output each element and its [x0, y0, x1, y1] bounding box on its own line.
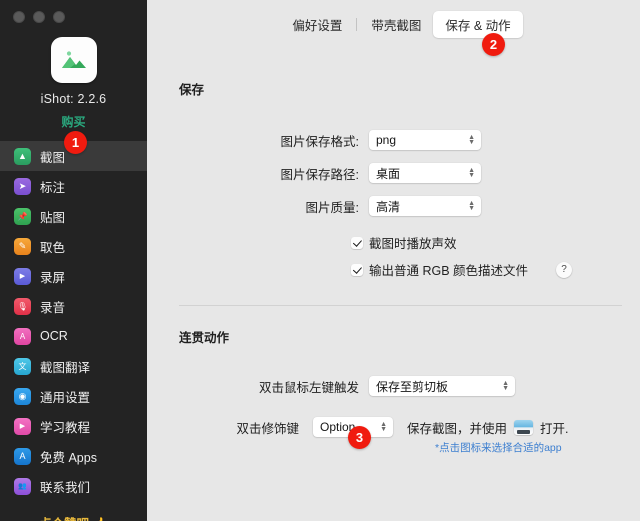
sidebar-item-translate[interactable]: 文 截图翻译 [0, 351, 147, 381]
image-path-select[interactable]: 桌面 ▲ ▼ [369, 163, 481, 183]
image-format-select[interactable]: png ▲ ▼ [369, 130, 481, 150]
image-format-label: 图片保存格式: [280, 134, 359, 149]
settings-icon: ◉ [14, 387, 31, 405]
sidebar-item-label: 通用设置 [40, 390, 91, 405]
translate-icon: 文 [14, 357, 31, 375]
sidebar-item-label: 免费 Apps [40, 450, 97, 465]
double-click-row: 双击鼠标左键触发 保存至剪切板 ▲ ▼ [179, 376, 515, 396]
sidebar-item-label: 录音 [40, 300, 66, 315]
image-path-label: 图片保存路径: [280, 167, 359, 182]
play-sound-checkbox-row[interactable]: 截图时播放声效 [351, 233, 457, 252]
double-click-label: 双击鼠标左键触发 [258, 380, 359, 395]
sidebar-item-label: OCR [40, 329, 68, 343]
image-path-value: 桌面 [376, 166, 401, 181]
close-button[interactable] [13, 11, 25, 23]
action-section-title: 连贯动作 [179, 331, 230, 345]
window-controls [0, 0, 147, 23]
play-sound-label: 截图时播放声效 [369, 237, 457, 251]
sidebar-nav: ▲ 截图 ➤ 标注 📌 贴图 ✎ 取色 ▶ 录屏 🎙 录音 A OCR 文 截图… [0, 141, 147, 501]
screen-record-icon: ▶ [14, 267, 31, 285]
sidebar-item-ocr[interactable]: A OCR [0, 321, 147, 351]
step-badge-3: 3 [348, 426, 371, 449]
sidebar-item-tutorial[interactable]: ▶ 学习教程 [0, 411, 147, 441]
chevron-updown-icon: ▲ ▼ [380, 421, 387, 433]
image-quality-select[interactable]: 高清 ▲ ▼ [369, 196, 481, 216]
tutorial-icon: ▶ [14, 417, 31, 435]
play-sound-checkbox[interactable] [351, 236, 363, 249]
sidebar-item-label: 贴图 [40, 210, 66, 225]
modifier-key-label: 双击修饰键 [236, 421, 299, 436]
rgb-profile-checkbox-row[interactable]: 输出普通 RGB 颜色描述文件 ? [351, 260, 573, 279]
chevron-updown-icon: ▲ ▼ [502, 380, 509, 392]
chevron-updown-icon: ▲ ▼ [468, 134, 475, 146]
tab-preferences[interactable]: 偏好设置 [280, 11, 354, 38]
save-section-title: 保存 [179, 83, 205, 97]
modifier-action-text-after: 打开. [540, 421, 569, 436]
double-click-action-value: 保存至剪切板 [376, 379, 449, 394]
sidebar-item-color-picker[interactable]: ✎ 取色 [0, 231, 147, 261]
tab-separator [356, 17, 358, 31]
image-quality-row: 图片质量: 高清 ▲ ▼ [179, 196, 509, 216]
help-icon[interactable]: ? [556, 261, 573, 278]
sidebar-item-label: 截图翻译 [40, 360, 91, 375]
choose-app-hint: *点击图标来选择合适的app [435, 442, 562, 454]
app-logo-icon [50, 37, 97, 83]
pin-image-icon: 📌 [14, 207, 31, 225]
sidebar-item-label: 标注 [40, 180, 66, 195]
buy-link[interactable]: 购买 [61, 113, 85, 130]
tab-save-and-actions[interactable]: 保存 & 动作 [433, 10, 523, 38]
modifier-key-row: 双击修饰键 Option ▲ ▼ 保存截图，并使用 打开. [179, 417, 569, 437]
image-quality-value: 高清 [376, 199, 401, 214]
contact-icon: 👥 [14, 477, 31, 495]
sidebar: iShot: 2.2.6 购买 ▲ 截图 ➤ 标注 📌 贴图 ✎ 取色 ▶ 录屏… [0, 0, 147, 521]
sidebar-item-label: 取色 [40, 240, 66, 255]
rgb-profile-checkbox[interactable] [351, 263, 363, 276]
sidebar-item-free-apps[interactable]: A 免费 Apps [0, 441, 147, 471]
chevron-updown-icon: ▲ ▼ [468, 167, 475, 179]
sidebar-item-label: 联系我们 [40, 480, 91, 495]
color-picker-icon: ✎ [14, 237, 31, 255]
modifier-action-text-before: 保存截图，并使用 [407, 421, 508, 436]
sidebar-item-pin-image[interactable]: 📌 贴图 [0, 201, 147, 231]
zoom-button[interactable] [53, 11, 65, 23]
sidebar-item-settings[interactable]: ◉ 通用设置 [0, 381, 147, 411]
ocr-icon: A [14, 327, 31, 345]
app-version-label: iShot: 2.2.6 [40, 92, 107, 106]
tab-bar: 偏好设置 带壳截图 保存 & 动作 [147, 0, 640, 48]
app-window: iShot: 2.2.6 购买 ▲ 截图 ➤ 标注 📌 贴图 ✎ 取色 ▶ 录屏… [0, 0, 640, 521]
chevron-updown-icon: ▲ ▼ [468, 200, 475, 212]
sidebar-item-label: 录屏 [40, 270, 66, 285]
step-badge-1: 1 [64, 131, 87, 154]
tab-device-frame[interactable]: 带壳截图 [359, 11, 433, 38]
image-quality-label: 图片质量: [305, 200, 359, 215]
sidebar-item-contact[interactable]: 👥 联系我们 [0, 471, 147, 501]
sidebar-item-screen-record[interactable]: ▶ 录屏 [0, 261, 147, 291]
like-button[interactable]: 点个赞吧 👍 [0, 513, 147, 521]
app-branding: iShot: 2.2.6 购买 [0, 37, 147, 130]
double-click-action-select[interactable]: 保存至剪切板 ▲ ▼ [369, 376, 515, 396]
preview-app-icon[interactable] [514, 419, 534, 435]
image-path-row: 图片保存路径: 桌面 ▲ ▼ [179, 163, 509, 183]
screenshot-icon: ▲ [14, 147, 31, 165]
image-format-value: png [376, 133, 397, 147]
minimize-button[interactable] [33, 11, 45, 23]
section-divider [179, 305, 622, 306]
audio-record-icon: 🎙 [14, 297, 31, 315]
annotate-icon: ➤ [14, 177, 31, 195]
sidebar-item-audio-record[interactable]: 🎙 录音 [0, 291, 147, 321]
rgb-profile-label: 输出普通 RGB 颜色描述文件 [369, 264, 529, 278]
main-panel: 偏好设置 带壳截图 保存 & 动作 保存 图片保存格式: png ▲ ▼ 图片保存… [147, 0, 640, 521]
sidebar-item-label: 截图 [40, 150, 66, 165]
step-badge-2: 2 [482, 33, 505, 56]
sidebar-item-label: 学习教程 [40, 420, 91, 435]
sidebar-item-annotate[interactable]: ➤ 标注 [0, 171, 147, 201]
appstore-icon: A [14, 447, 31, 465]
image-format-row: 图片保存格式: png ▲ ▼ [179, 130, 509, 150]
